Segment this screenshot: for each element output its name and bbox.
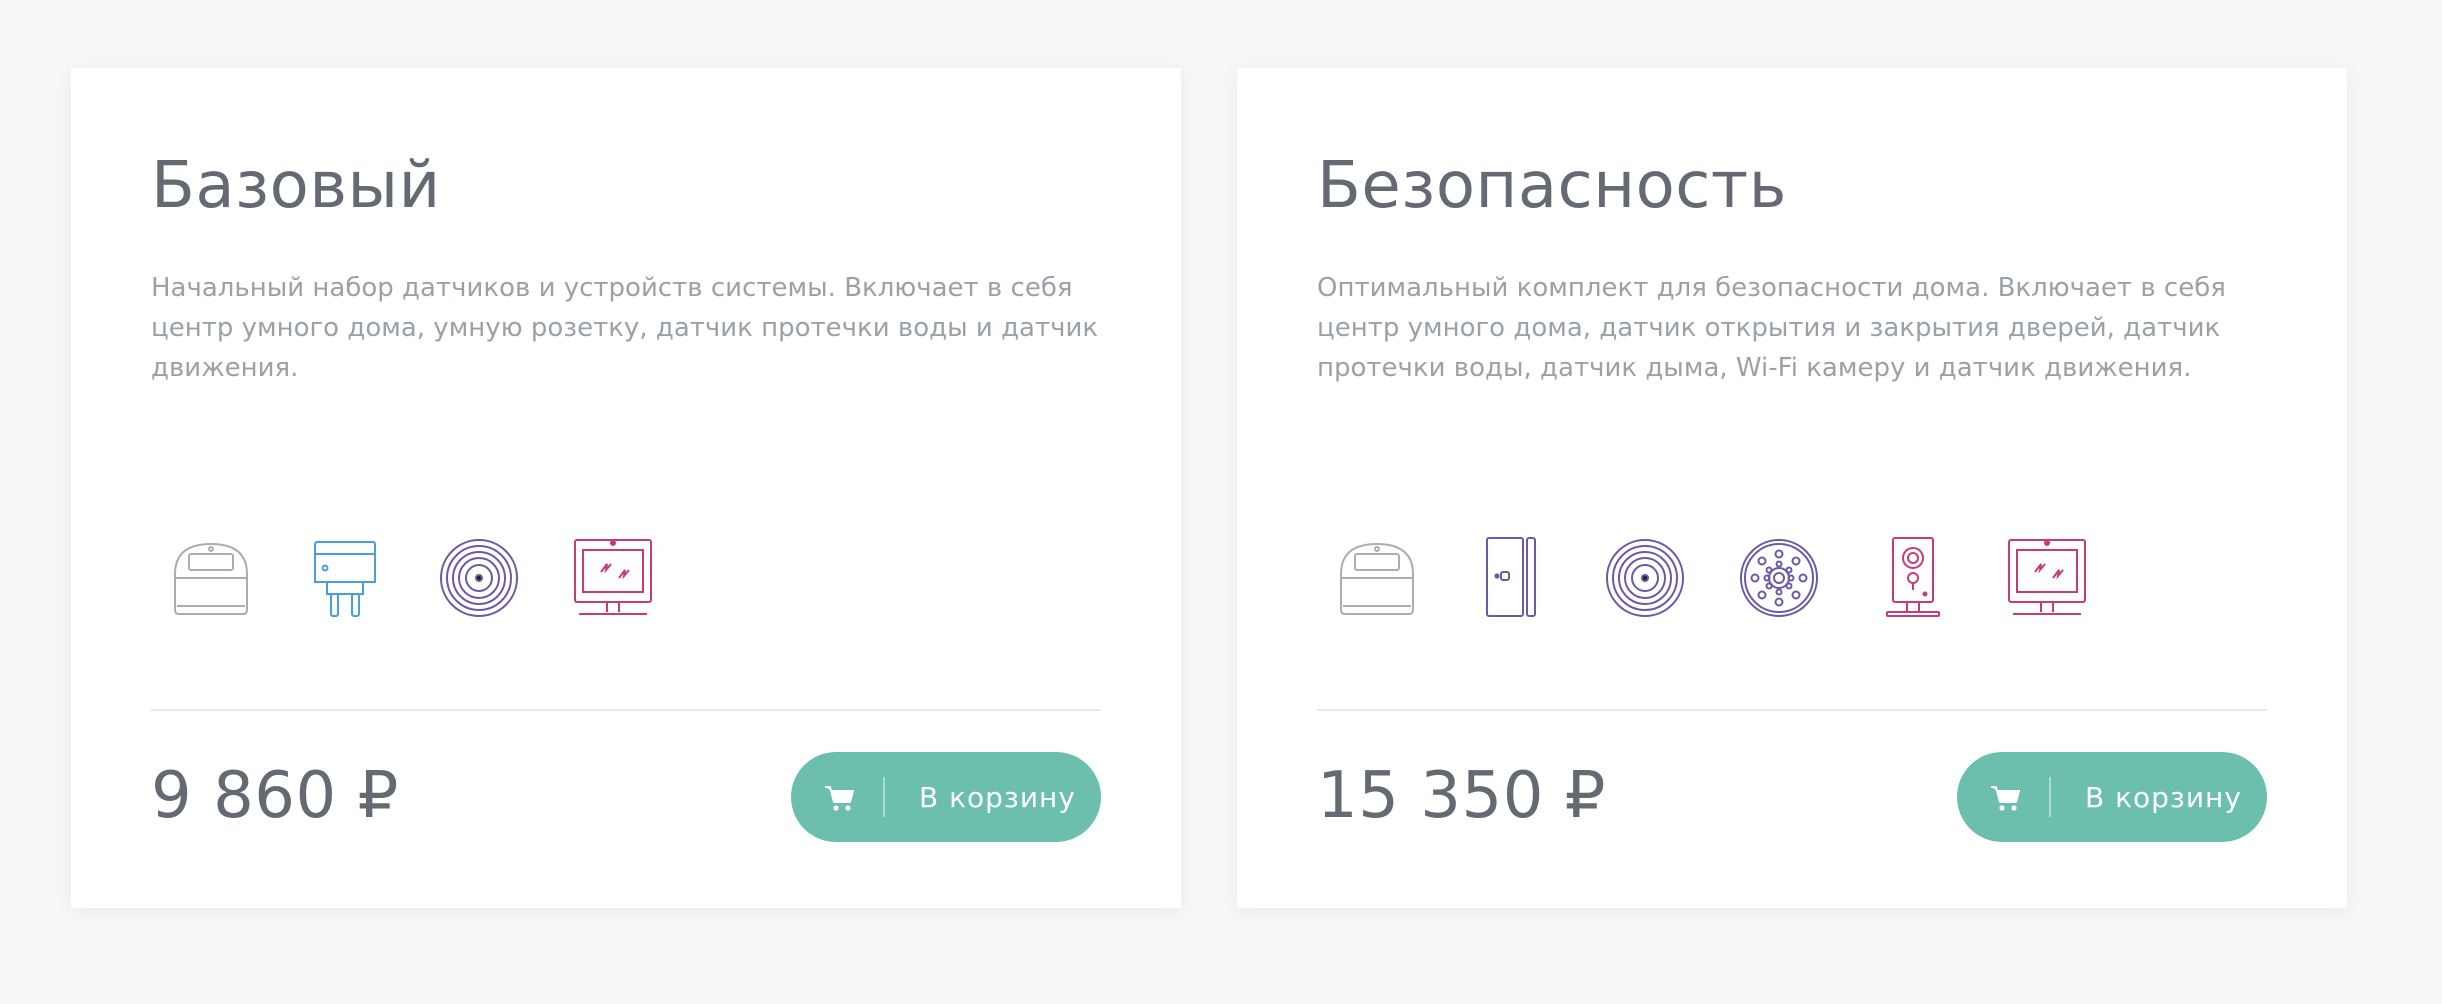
divider [1317, 709, 2267, 711]
product-cards: Базовый Начальный набор датчиков и устро… [0, 0, 2442, 1004]
motion-sensor-icon [2007, 530, 2087, 618]
device-icons [171, 530, 653, 618]
hub-icon [1337, 530, 1417, 618]
card-description: Начальный набор датчиков и устройств сис… [151, 273, 1099, 383]
price: 15 350 ₽ [1317, 759, 1606, 833]
add-to-cart-label: В корзину [2085, 780, 2242, 814]
price: 9 860 ₽ [151, 759, 399, 833]
water-leak-sensor-icon [1605, 530, 1685, 618]
hub-icon [171, 530, 251, 618]
add-to-cart-button[interactable]: В корзину [1957, 752, 2267, 842]
button-separator [2049, 777, 2051, 817]
divider [151, 709, 1101, 711]
cart-icon [825, 786, 854, 811]
card-title: Базовый [151, 149, 441, 223]
card-description: Оптимальный комплект для безопасности до… [1317, 273, 2226, 383]
product-card-security: Безопасность Оптимальный комплект для бе… [1237, 68, 2347, 908]
water-leak-sensor-icon [439, 530, 519, 618]
add-to-cart-button[interactable]: В корзину [791, 752, 1101, 842]
motion-sensor-icon [573, 530, 653, 618]
device-icons [1337, 530, 2087, 618]
smoke-sensor-icon [1739, 530, 1819, 618]
smart-plug-icon [305, 530, 385, 618]
product-card-basic: Базовый Начальный набор датчиков и устро… [71, 68, 1181, 908]
button-separator [883, 777, 885, 817]
card-title: Безопасность [1317, 149, 1787, 223]
wifi-camera-icon [1873, 530, 1953, 618]
add-to-cart-label: В корзину [919, 780, 1076, 814]
door-sensor-icon [1471, 530, 1551, 618]
cart-icon [1991, 786, 2020, 811]
